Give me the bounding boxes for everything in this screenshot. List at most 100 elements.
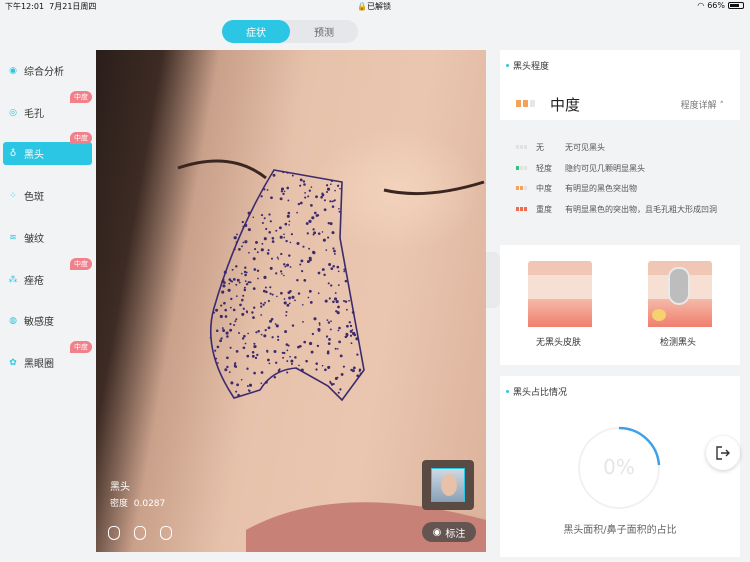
tab-prediction[interactable]: 预测 xyxy=(290,20,358,43)
tab-symptoms[interactable]: 症状 xyxy=(222,20,290,43)
blackhead-dot xyxy=(330,383,334,386)
blackhead-dot xyxy=(244,266,247,269)
ratio-caption: 黑头面积/鼻子面积的占比 xyxy=(563,525,677,536)
blackhead-dot xyxy=(236,233,238,236)
face-right-icon[interactable] xyxy=(160,526,172,540)
blackhead-dot xyxy=(294,299,296,302)
sidebar-item-pore[interactable]: ◎ 毛孔 中度 xyxy=(3,91,92,124)
blackhead-dot xyxy=(276,295,278,298)
blackhead-dot xyxy=(291,174,294,177)
blackhead-dot xyxy=(257,277,259,280)
blackhead-dot xyxy=(241,220,244,224)
blackhead-dot xyxy=(330,267,334,270)
blackhead-dot xyxy=(348,299,350,302)
blackhead-dot xyxy=(267,249,270,252)
blackhead-dot xyxy=(241,245,243,248)
sidebar-item-overview[interactable]: ◉ 综合分析 xyxy=(3,59,92,82)
blackhead-dot xyxy=(339,354,343,358)
blackhead-dot xyxy=(350,342,353,345)
blackhead-dot xyxy=(260,248,264,252)
blackhead-dot xyxy=(226,365,229,369)
blackhead-dot xyxy=(233,323,236,327)
blackhead-dot xyxy=(290,233,293,236)
sidebar-item-blackhead[interactable]: ♁ 黑头 中度 xyxy=(3,132,92,165)
blackhead-dot xyxy=(326,319,329,322)
blackhead-dot xyxy=(344,300,348,303)
blackhead-dot xyxy=(330,320,332,323)
blackhead-dot xyxy=(284,330,288,334)
sidebar-item-sensitivity[interactable]: ◍ 敏感度 xyxy=(3,309,92,332)
ratio-card-header: 黑头占比情况 xyxy=(506,385,567,398)
blackhead-dot xyxy=(217,362,219,364)
blackhead-dot xyxy=(275,361,278,364)
blackhead-dot xyxy=(252,257,256,261)
sidebar-item-dark-circle[interactable]: ✿ 黑眼圈 中度 xyxy=(3,341,92,374)
sidebar-item-spot[interactable]: ⁘ 色斑 xyxy=(3,184,92,207)
blackhead-dot xyxy=(334,292,337,294)
sidebar-item-acne[interactable]: ⁂ 痤疮 中度 xyxy=(3,258,92,291)
blackhead-dot xyxy=(288,296,292,300)
blackhead-dot xyxy=(317,327,321,332)
blackhead-dot xyxy=(235,295,238,297)
panel-handle[interactable] xyxy=(486,252,500,308)
blackhead-dot xyxy=(242,241,245,244)
blackhead-dot xyxy=(248,251,250,254)
blackhead-dot xyxy=(266,189,269,191)
blackhead-dot xyxy=(242,225,245,228)
blackhead-dot xyxy=(336,376,339,379)
legend-row: 轻度 隐约可见几颗明显黑头 xyxy=(516,163,725,174)
blackhead-dot xyxy=(256,269,260,272)
blackhead-dot xyxy=(268,362,271,365)
blackhead-dot xyxy=(308,247,311,250)
blackhead-dot xyxy=(299,178,303,182)
exit-button[interactable] xyxy=(706,436,740,470)
sidebar-item-wrinkle[interactable]: ≋ 皱纹 xyxy=(3,226,92,249)
blackhead-dot xyxy=(337,391,340,394)
severity-detail-toggle[interactable]: 程度详解 ˄ xyxy=(681,98,724,111)
bullet-icon xyxy=(506,390,509,393)
blackhead-dot xyxy=(228,282,231,285)
blackhead-dot xyxy=(298,344,302,348)
blackhead-dot xyxy=(209,336,212,339)
face-left-icon[interactable] xyxy=(134,526,146,540)
blackhead-dot xyxy=(331,231,335,235)
blackhead-dot xyxy=(271,336,274,339)
blackhead-dot xyxy=(286,349,289,352)
blackhead-dot xyxy=(343,268,346,271)
blackhead-dot xyxy=(229,322,232,326)
blackhead-dot xyxy=(274,323,277,325)
blackhead-dot xyxy=(333,199,336,202)
blackhead-dot xyxy=(299,263,302,266)
blackhead-dot xyxy=(300,368,304,372)
annotation-toggle-button[interactable]: ◉ 标注 xyxy=(422,522,476,542)
status-badge: 中度 xyxy=(70,132,92,144)
legend-desc: 有明显黑色的突出物，且毛孔粗大形成凹洞 xyxy=(565,205,717,214)
status-lock: 🔒已解锁 xyxy=(357,2,391,11)
face-thumbnail[interactable] xyxy=(422,460,474,510)
blackhead-dot xyxy=(337,305,340,309)
blackhead-dot xyxy=(248,389,251,393)
blackhead-dot xyxy=(238,332,240,334)
blackhead-dot xyxy=(251,354,255,358)
blackhead-dot xyxy=(336,348,339,350)
blackhead-dot xyxy=(327,236,330,239)
blackhead-dot xyxy=(327,365,331,369)
blackhead-dot xyxy=(315,368,318,371)
blackhead-dot xyxy=(256,251,259,254)
blackhead-dot xyxy=(231,268,234,271)
blackhead-dot xyxy=(310,350,314,354)
blackhead-dot xyxy=(342,365,345,368)
blackhead-dot xyxy=(325,249,328,251)
blackhead-dot xyxy=(317,271,321,275)
blackhead-dot xyxy=(277,335,280,338)
blackhead-dot xyxy=(221,290,225,294)
blackhead-dot xyxy=(263,334,267,338)
blackhead-dot xyxy=(294,356,297,359)
blackhead-dot xyxy=(236,383,240,387)
blackhead-dot xyxy=(264,301,267,304)
face-front-icon[interactable] xyxy=(108,526,120,540)
blackhead-dot xyxy=(348,321,351,324)
blackhead-dot xyxy=(253,345,257,349)
blackhead-dot xyxy=(280,291,283,295)
blackhead-dot xyxy=(351,310,355,314)
